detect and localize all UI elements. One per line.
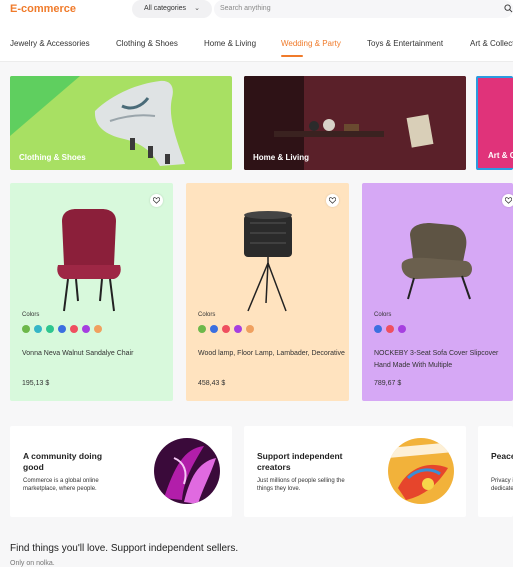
category-select[interactable]: All categories ⌄ (132, 0, 212, 18)
color-swatch[interactable] (82, 325, 90, 333)
tile-art[interactable]: Art & Collectibles (476, 76, 513, 170)
tile-label: Art & Collectibles (488, 151, 513, 160)
chair-image (57, 209, 121, 312)
colors-label: Colors (22, 312, 40, 318)
product-price: 789,67 $ (374, 380, 402, 387)
heart-icon (505, 197, 512, 204)
color-swatch[interactable] (222, 325, 230, 333)
color-swatches (374, 325, 406, 333)
tile-home[interactable]: Home & Living (244, 76, 466, 170)
logo[interactable]: E-commerce (10, 3, 76, 15)
color-swatch[interactable] (246, 325, 254, 333)
product-name[interactable]: NOCKEBY 3-Seat Sofa Cover Slipcover Hand… (374, 348, 513, 372)
armchair-image (401, 223, 472, 300)
product-price: 195,13 $ (22, 380, 50, 387)
promo-card: Peace of mind Privacy is the highest pri… (478, 426, 513, 517)
category-select-label: All categories (144, 5, 187, 12)
heart-icon (153, 197, 160, 204)
promo-description: Privacy is the highest priority of our d… (491, 478, 513, 492)
promo-description: Commerce is a global online marketplace,… (23, 478, 99, 492)
chevron-down-icon: ⌄ (194, 5, 200, 12)
promo-description: Just millions of people selling the thin… (257, 478, 345, 492)
favorite-button[interactable] (502, 194, 513, 207)
section-subtitle: Only on nolka. (10, 560, 55, 567)
color-swatch[interactable] (398, 325, 406, 333)
colors-label: Colors (374, 312, 392, 318)
promo-title: Peace of mind (491, 451, 513, 461)
color-swatch[interactable] (70, 325, 78, 333)
color-swatch[interactable] (386, 325, 394, 333)
nav-item-wedding[interactable]: Wedding & Party (281, 39, 341, 48)
color-swatch[interactable] (94, 325, 102, 333)
color-swatch[interactable] (46, 325, 54, 333)
product-card[interactable]: Colors Vonna Neva Walnut Sandalye Chair … (10, 183, 173, 401)
product-name[interactable]: Wood lamp, Floor Lamp, Lambader, Decorat… (198, 348, 346, 360)
color-swatch[interactable] (374, 325, 382, 333)
promo-title: A community doing good (23, 451, 103, 472)
promo-card: Support independent creators Just millio… (244, 426, 466, 517)
search-input[interactable]: Search anything (214, 0, 513, 18)
nav-item-clothing[interactable]: Clothing & Shoes (116, 39, 178, 48)
color-swatch[interactable] (234, 325, 242, 333)
heart-icon (329, 197, 336, 204)
top-bar: E-commerce All categories ⌄ Search anyth… (0, 0, 513, 20)
nav-item-home[interactable]: Home & Living (204, 39, 256, 48)
favorite-button[interactable] (326, 194, 339, 207)
promo-image (154, 438, 220, 504)
color-swatches (22, 325, 102, 333)
favorite-button[interactable] (150, 194, 163, 207)
nav-item-art[interactable]: Art & Collectibles (470, 39, 513, 48)
search-icon[interactable] (504, 4, 513, 13)
product-card[interactable]: Colors NOCKEBY 3-Seat Sofa Cover Slipcov… (362, 183, 513, 401)
promo-title: Support independent creators (257, 451, 343, 472)
color-swatch[interactable] (210, 325, 218, 333)
nav-item-toys[interactable]: Toys & Entertainment (367, 39, 443, 48)
section-title: Find things you'll love. Support indepen… (10, 543, 239, 554)
colors-label: Colors (198, 312, 216, 318)
active-tab-indicator (281, 55, 303, 57)
lamp-image (244, 211, 292, 312)
nav-item-jewelry[interactable]: Jewelry & Accessories (10, 39, 90, 48)
color-swatch[interactable] (58, 325, 66, 333)
category-nav: Jewelry & Accessories Clothing & Shoes H… (0, 30, 513, 62)
color-swatches (198, 325, 254, 333)
tile-clothing[interactable]: Clothing & Shoes (10, 76, 232, 170)
promo-image (388, 438, 454, 504)
promo-card: A community doing good Commerce is a glo… (10, 426, 232, 517)
color-swatch[interactable] (198, 325, 206, 333)
product-price: 458,43 $ (198, 380, 226, 387)
search-placeholder: Search anything (220, 5, 271, 12)
product-name[interactable]: Vonna Neva Walnut Sandalye Chair (22, 348, 170, 360)
tile-label: Clothing & Shoes (19, 153, 86, 162)
color-swatch[interactable] (34, 325, 42, 333)
product-card[interactable]: Colors Wood lamp, Floor Lamp, Lambader, … (186, 183, 349, 401)
color-swatch[interactable] (22, 325, 30, 333)
tile-label: Home & Living (253, 153, 310, 162)
